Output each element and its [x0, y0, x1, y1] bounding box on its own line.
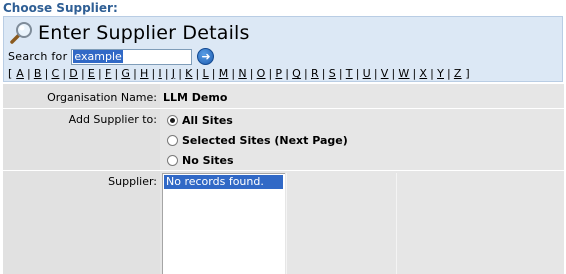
letter-filter-m[interactable]: M: [219, 67, 229, 80]
bracket-open: [: [8, 67, 13, 80]
organisation-value: LLM Demo: [161, 84, 564, 108]
panel-title: Enter Supplier Details: [38, 22, 250, 44]
separator: |: [195, 67, 200, 80]
letter-filter-w[interactable]: W: [398, 67, 409, 80]
separator: |: [114, 67, 119, 80]
supplier-list-item[interactable]: No records found.: [164, 175, 283, 189]
search-input[interactable]: example: [71, 48, 193, 65]
letter-filter-g[interactable]: G: [121, 67, 130, 80]
separator: |: [304, 67, 308, 80]
separator: |: [446, 67, 451, 80]
letter-filter-t[interactable]: T: [346, 67, 353, 80]
add-supplier-row: Add Supplier to: All Sites Selected Site…: [3, 109, 564, 171]
letter-filter-i[interactable]: I: [158, 67, 161, 80]
go-button[interactable]: ➜: [197, 48, 215, 65]
organisation-row: Organisation Name: LLM Demo: [3, 84, 564, 109]
page-title: Choose Supplier:: [3, 1, 118, 15]
supplier-label: Supplier:: [3, 171, 160, 274]
organisation-label: Organisation Name:: [3, 84, 160, 108]
separator: |: [26, 67, 31, 80]
letter-filter-u[interactable]: U: [363, 67, 371, 80]
separator: |: [80, 67, 85, 80]
separator: |: [151, 67, 156, 80]
separator: |: [231, 67, 236, 80]
letter-filter-h[interactable]: H: [140, 67, 148, 80]
bracket-close: ]: [465, 67, 470, 80]
separator: |: [338, 67, 343, 80]
magnifier-icon: [8, 20, 34, 46]
separator: |: [98, 67, 102, 80]
separator: |: [133, 67, 138, 80]
separator: |: [373, 67, 378, 80]
letter-filter-r[interactable]: R: [311, 67, 319, 80]
letter-filter-j[interactable]: J: [172, 67, 175, 80]
radio-label: No Sites: [182, 154, 234, 167]
letter-filter-f[interactable]: F: [105, 67, 112, 80]
letter-filter-s[interactable]: S: [329, 67, 336, 80]
supplier-listbox[interactable]: No records found.: [162, 173, 285, 274]
separator: |: [268, 67, 273, 80]
letter-filter-y[interactable]: Y: [437, 67, 444, 80]
separator: |: [391, 67, 396, 80]
column-divider: [396, 173, 397, 274]
add-supplier-label: Add Supplier to:: [3, 109, 160, 170]
separator: |: [355, 67, 360, 80]
letter-filter-b[interactable]: B: [34, 67, 42, 80]
radio-button[interactable]: [167, 135, 178, 146]
separator: |: [321, 67, 326, 80]
letter-filter-c[interactable]: C: [52, 67, 60, 80]
arrow-right-icon: ➜: [201, 50, 211, 63]
letter-filter-e[interactable]: E: [88, 67, 95, 80]
radio-all-sites[interactable]: All Sites: [167, 114, 233, 127]
letter-filter-n[interactable]: N: [238, 67, 246, 80]
radio-button[interactable]: [167, 115, 178, 126]
search-panel: Enter Supplier Details Search for exampl…: [3, 16, 563, 82]
search-input-value: example: [73, 49, 123, 63]
letter-filter-v[interactable]: V: [381, 67, 389, 80]
supplier-form: Organisation Name: LLM Demo Add Supplier…: [3, 84, 564, 274]
radio-label: All Sites: [182, 114, 233, 127]
search-row: Search for example ➜: [8, 48, 215, 65]
separator: |: [211, 67, 216, 80]
separator: |: [249, 67, 254, 80]
separator: |: [412, 67, 417, 80]
separator: |: [164, 67, 169, 80]
radio-label: Selected Sites (Next Page): [182, 134, 348, 147]
letter-filter-z[interactable]: Z: [454, 67, 462, 80]
column-divider: [286, 173, 287, 274]
letter-filter-q[interactable]: Q: [292, 67, 301, 80]
separator: |: [430, 67, 435, 80]
radio-button[interactable]: [167, 155, 178, 166]
letter-filter-d[interactable]: D: [69, 67, 78, 80]
letter-filter-o[interactable]: O: [257, 67, 266, 80]
supplier-value-cell: No records found.: [161, 171, 564, 274]
radio-selected-sites[interactable]: Selected Sites (Next Page): [167, 134, 348, 147]
separator: |: [285, 67, 290, 80]
letter-filter-l[interactable]: L: [202, 67, 208, 80]
radio-no-sites[interactable]: No Sites: [167, 154, 234, 167]
separator: |: [62, 67, 67, 80]
separator: |: [178, 67, 183, 80]
letter-filter-a[interactable]: A: [16, 67, 24, 80]
separator: |: [44, 67, 49, 80]
alphabet-filter: [ A | B | C | D | E | F | G | H | I | J | K | L | M | N | O | P | Q | R | S |…: [8, 67, 470, 80]
letter-filter-x[interactable]: X: [419, 67, 427, 80]
search-panel-title-row: Enter Supplier Details: [8, 20, 250, 46]
supplier-row: Supplier: No records found.: [3, 171, 564, 274]
add-supplier-options: All Sites Selected Sites (Next Page) No …: [161, 109, 564, 170]
search-label: Search for: [8, 50, 68, 63]
letter-filter-k[interactable]: K: [185, 67, 192, 80]
letter-filter-p[interactable]: P: [275, 67, 282, 80]
